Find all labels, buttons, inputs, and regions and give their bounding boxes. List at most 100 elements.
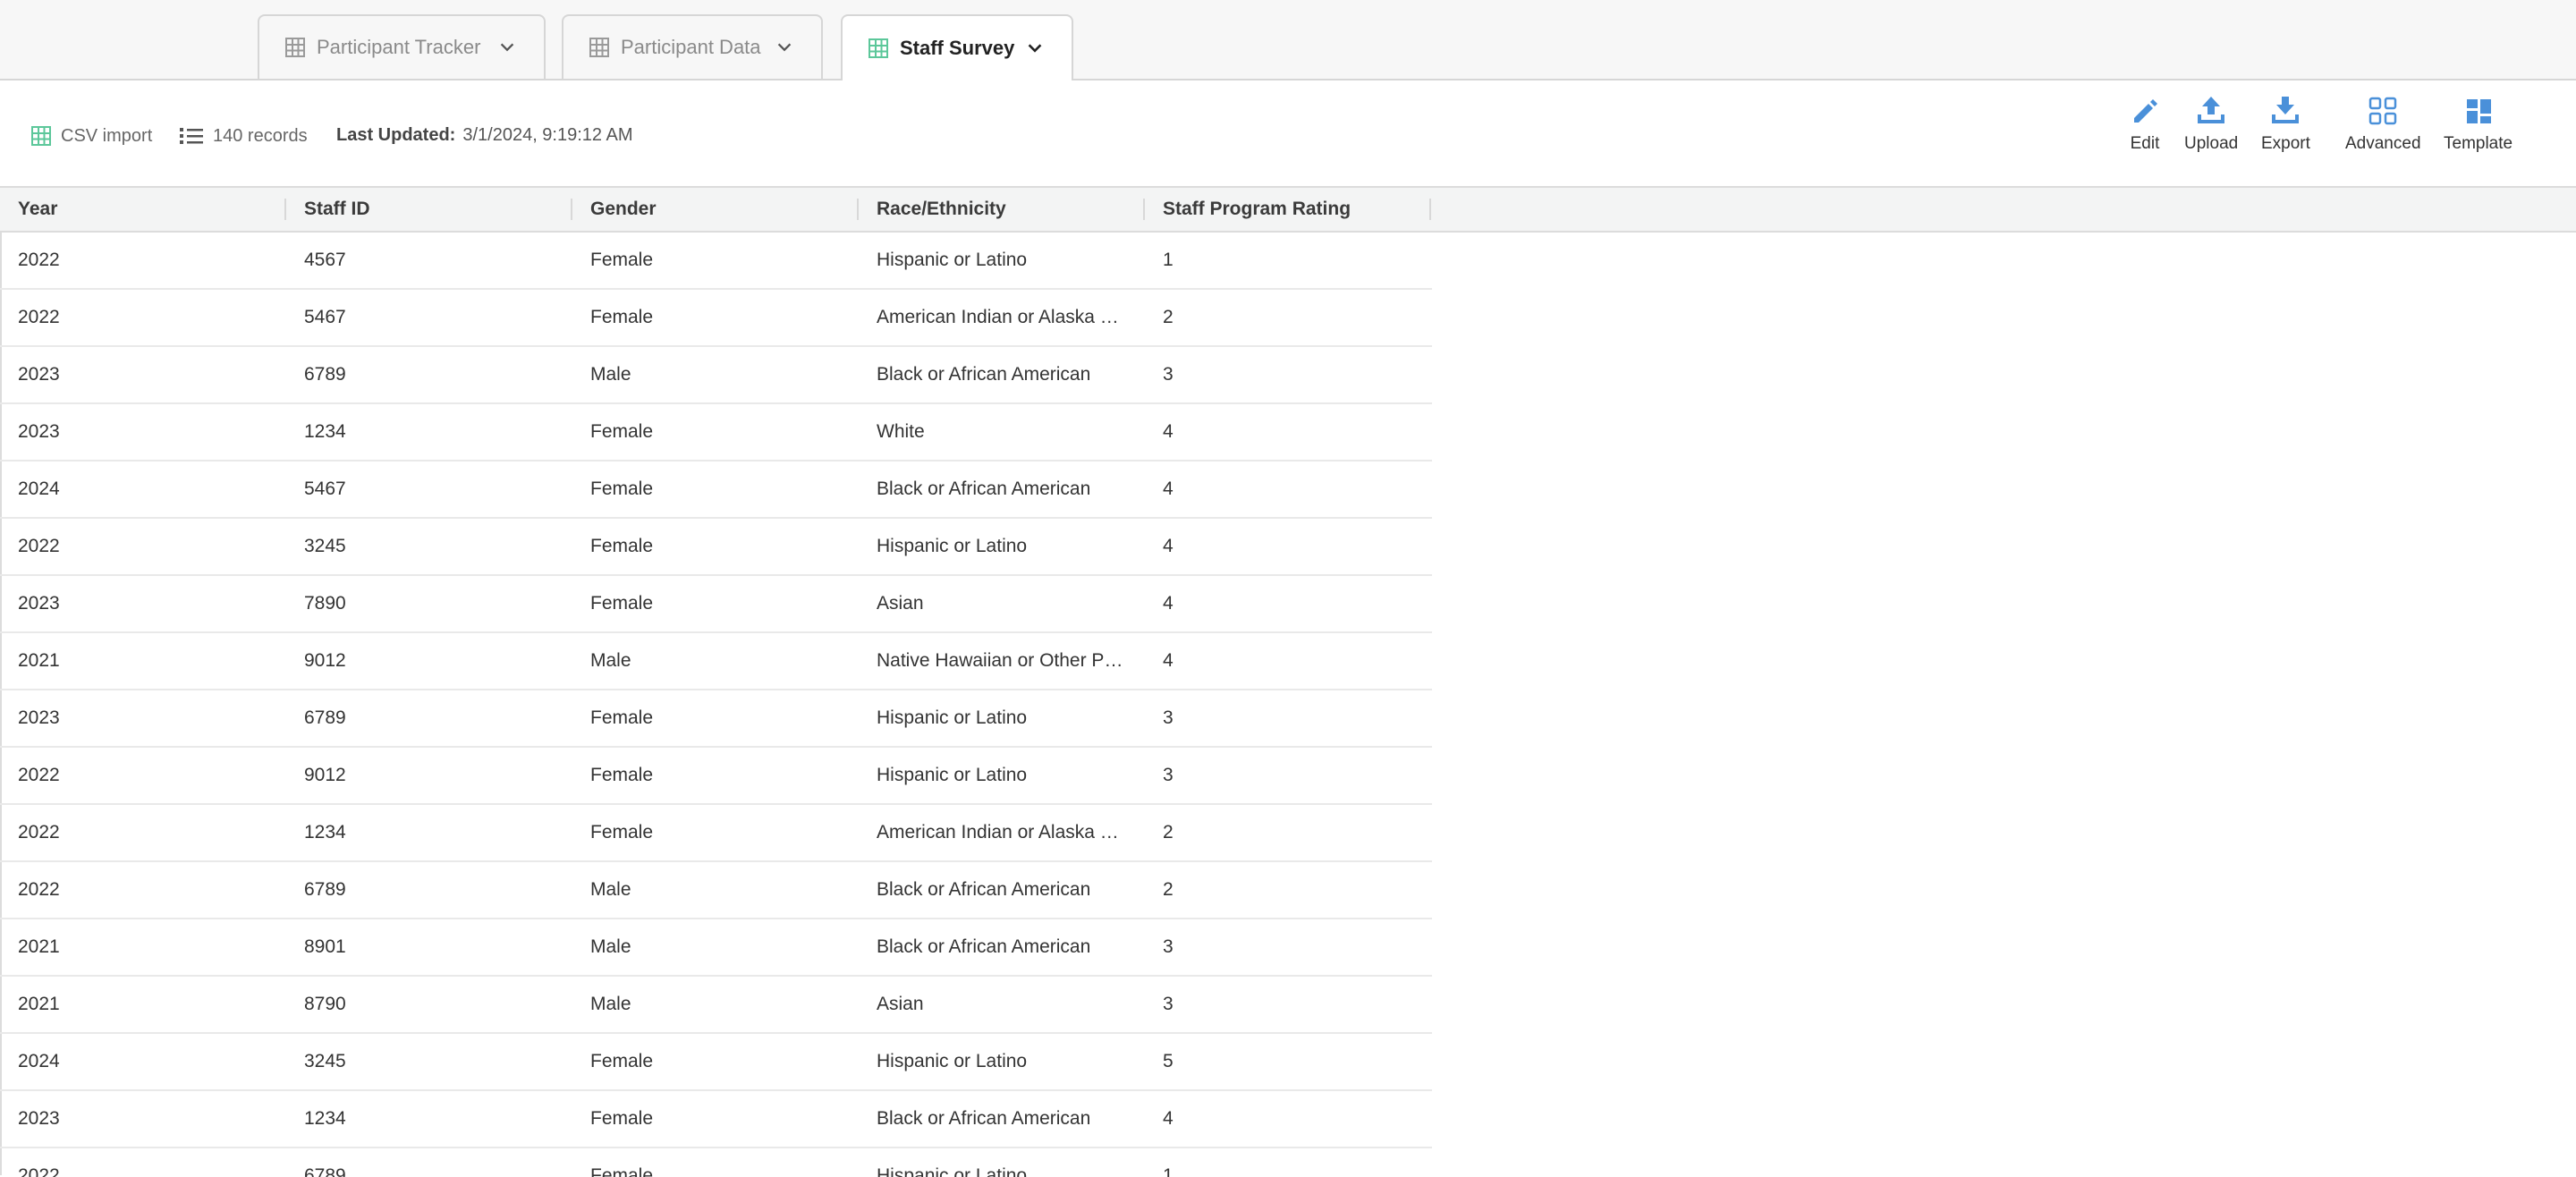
cell-staff-program-rating[interactable]: 4: [1145, 519, 1431, 574]
cell-gender[interactable]: Female: [572, 290, 859, 345]
table-row[interactable]: 2024 3245 Female Hispanic or Latino 5: [0, 1034, 1432, 1091]
cell-staff-id[interactable]: 6789: [286, 1148, 572, 1177]
table-row[interactable]: 2022 3245 Female Hispanic or Latino 4: [0, 519, 1432, 576]
cell-race-ethnicity[interactable]: Native Hawaiian or Other Pacific Islande…: [859, 633, 1145, 689]
cell-gender[interactable]: Male: [572, 919, 859, 975]
cell-staff-program-rating[interactable]: 3: [1145, 919, 1431, 975]
cell-staff-program-rating[interactable]: 4: [1145, 633, 1431, 689]
cell-staff-program-rating[interactable]: 5: [1145, 1034, 1431, 1089]
table-row[interactable]: 2022 5467 Female American Indian or Alaska …: [0, 290, 1432, 347]
advanced-button[interactable]: Advanced: [2345, 93, 2421, 175]
cell-staff-id[interactable]: 6789: [286, 862, 572, 918]
cell-gender[interactable]: Male: [572, 347, 859, 402]
table-row[interactable]: 2022 9012 Female Hispanic or Latino 3: [0, 748, 1432, 805]
cell-year[interactable]: 2023: [0, 576, 286, 631]
cell-staff-id[interactable]: 4567: [286, 233, 572, 288]
cell-year[interactable]: 2022: [0, 233, 286, 288]
cell-gender[interactable]: Female: [572, 576, 859, 631]
cell-race-ethnicity[interactable]: Hispanic or Latino: [859, 1034, 1145, 1089]
column-header-race-ethnicity[interactable]: Race/Ethnicity: [859, 188, 1145, 231]
chevron-down-icon[interactable]: [1025, 38, 1045, 58]
cell-race-ethnicity[interactable]: American Indian or Alaska Native: [859, 805, 1145, 860]
table-row[interactable]: 2023 6789 Male Black or African American 3: [0, 347, 1432, 404]
cell-race-ethnicity[interactable]: Hispanic or Latino: [859, 1148, 1145, 1177]
cell-gender[interactable]: Female: [572, 461, 859, 517]
cell-staff-id[interactable]: 1234: [286, 1091, 572, 1147]
cell-year[interactable]: 2022: [0, 290, 286, 345]
cell-race-ethnicity[interactable]: Black or African American: [859, 1091, 1145, 1147]
cell-staff-id[interactable]: 6789: [286, 347, 572, 402]
cell-gender[interactable]: Female: [572, 233, 859, 288]
cell-gender[interactable]: Female: [572, 1091, 859, 1147]
column-header-staff-program-rating[interactable]: Staff Program Rating: [1145, 188, 1431, 231]
table-row[interactable]: 2022 4567 Female Hispanic or Latino 1: [0, 233, 1432, 290]
cell-race-ethnicity[interactable]: Asian: [859, 576, 1145, 631]
cell-staff-program-rating[interactable]: 4: [1145, 1091, 1431, 1147]
table-row[interactable]: 2021 8790 Male Asian 3: [0, 977, 1432, 1034]
table-row[interactable]: 2021 8901 Male Black or African American 3: [0, 919, 1432, 977]
tab-staff-survey[interactable]: Staff Survey: [841, 14, 1073, 80]
cell-staff-id[interactable]: 6789: [286, 690, 572, 746]
cell-year[interactable]: 2022: [0, 519, 286, 574]
cell-race-ethnicity[interactable]: Hispanic or Latino: [859, 233, 1145, 288]
cell-gender[interactable]: Male: [572, 977, 859, 1032]
chevron-down-icon[interactable]: [497, 38, 517, 57]
cell-staff-program-rating[interactable]: 1: [1145, 233, 1431, 288]
column-header-year[interactable]: Year: [0, 188, 286, 231]
cell-race-ethnicity[interactable]: White: [859, 404, 1145, 460]
cell-year[interactable]: 2022: [0, 1148, 286, 1177]
cell-race-ethnicity[interactable]: Black or African American: [859, 347, 1145, 402]
cell-year[interactable]: 2021: [0, 633, 286, 689]
cell-gender[interactable]: Male: [572, 633, 859, 689]
cell-year[interactable]: 2022: [0, 862, 286, 918]
cell-year[interactable]: 2022: [0, 805, 286, 860]
cell-staff-program-rating[interactable]: 3: [1145, 347, 1431, 402]
upload-button[interactable]: Upload: [2184, 93, 2238, 175]
cell-gender[interactable]: Female: [572, 690, 859, 746]
table-row[interactable]: 2023 1234 Female Black or African American 4: [0, 1091, 1432, 1148]
export-button[interactable]: Export: [2261, 93, 2310, 175]
cell-gender[interactable]: Female: [572, 1034, 859, 1089]
cell-staff-program-rating[interactable]: 4: [1145, 461, 1431, 517]
cell-staff-id[interactable]: 8901: [286, 919, 572, 975]
cell-staff-id[interactable]: 9012: [286, 633, 572, 689]
cell-staff-program-rating[interactable]: 3: [1145, 690, 1431, 746]
cell-staff-id[interactable]: 9012: [286, 748, 572, 803]
cell-race-ethnicity[interactable]: Asian: [859, 977, 1145, 1032]
tab-participant-data[interactable]: Participant Data: [562, 14, 823, 79]
cell-race-ethnicity[interactable]: Black or African American: [859, 919, 1145, 975]
cell-year[interactable]: 2021: [0, 977, 286, 1032]
column-header-staff-id[interactable]: Staff ID: [286, 188, 572, 231]
cell-race-ethnicity[interactable]: Hispanic or Latino: [859, 519, 1145, 574]
cell-staff-program-rating[interactable]: 2: [1145, 805, 1431, 860]
table-row[interactable]: 2022 6789 Male Black or African American 2: [0, 862, 1432, 919]
cell-gender[interactable]: Female: [572, 805, 859, 860]
cell-staff-program-rating[interactable]: 2: [1145, 862, 1431, 918]
column-header-gender[interactable]: Gender: [572, 188, 859, 231]
cell-staff-program-rating[interactable]: 3: [1145, 977, 1431, 1032]
cell-staff-id[interactable]: 3245: [286, 519, 572, 574]
cell-year[interactable]: 2024: [0, 461, 286, 517]
edit-button[interactable]: Edit: [2127, 93, 2163, 175]
table-row[interactable]: 2022 1234 Female American Indian or Alaska …: [0, 805, 1432, 862]
chevron-down-icon[interactable]: [775, 38, 794, 57]
cell-staff-id[interactable]: 5467: [286, 461, 572, 517]
cell-gender[interactable]: Male: [572, 862, 859, 918]
cell-staff-program-rating[interactable]: 4: [1145, 576, 1431, 631]
cell-staff-program-rating[interactable]: 4: [1145, 404, 1431, 460]
cell-staff-id[interactable]: 8790: [286, 977, 572, 1032]
cell-gender[interactable]: Female: [572, 519, 859, 574]
tab-participant-tracker[interactable]: Participant Tracker: [258, 14, 546, 79]
cell-year[interactable]: 2022: [0, 748, 286, 803]
table-row[interactable]: 2022 6789 Female Hispanic or Latino 1: [0, 1148, 1432, 1177]
table-row[interactable]: 2021 9012 Male Native Hawaiian or Other Pac…: [0, 633, 1432, 690]
cell-staff-id[interactable]: 7890: [286, 576, 572, 631]
cell-year[interactable]: 2023: [0, 404, 286, 460]
cell-race-ethnicity[interactable]: Black or African American: [859, 862, 1145, 918]
cell-staff-id[interactable]: 1234: [286, 805, 572, 860]
cell-staff-program-rating[interactable]: 3: [1145, 748, 1431, 803]
cell-staff-id[interactable]: 5467: [286, 290, 572, 345]
cell-year[interactable]: 2021: [0, 919, 286, 975]
cell-gender[interactable]: Female: [572, 1148, 859, 1177]
cell-year[interactable]: 2023: [0, 347, 286, 402]
